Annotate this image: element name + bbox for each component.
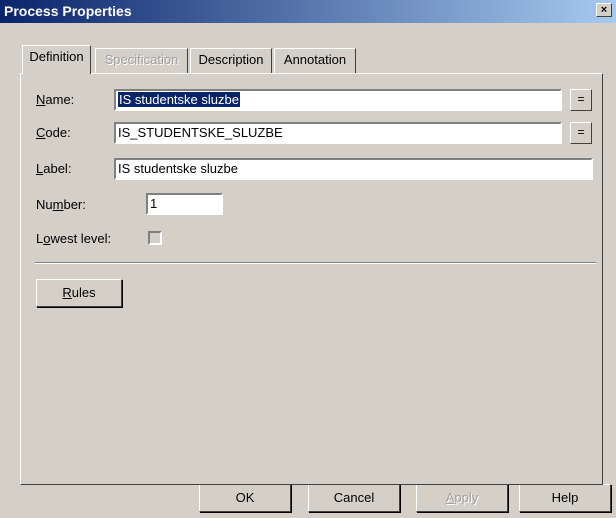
name-label: Name: xyxy=(36,92,75,107)
process-properties-dialog: Process Properties × Definition Specific… xyxy=(0,0,616,518)
cancel-button[interactable]: Cancel xyxy=(308,484,400,512)
label-input[interactable]: IS studentske sluzbe xyxy=(114,158,593,180)
close-icon: × xyxy=(600,4,608,16)
label-value: IS studentske sluzbe xyxy=(118,161,238,176)
lowest-level-label: Lowest level: xyxy=(36,231,112,246)
help-button[interactable]: Help xyxy=(519,484,611,512)
tab-annotation[interactable]: Annotation xyxy=(274,48,356,73)
lowest-level-checkbox[interactable] xyxy=(148,231,162,245)
tab-description-label: Description xyxy=(198,52,264,67)
code-value: IS_STUDENTSKE_SLUZBE xyxy=(118,125,283,140)
code-label: Code: xyxy=(36,125,71,140)
help-label: Help xyxy=(551,490,579,505)
code-input[interactable]: IS_STUDENTSKE_SLUZBE xyxy=(114,122,562,144)
code-edit-button[interactable]: = xyxy=(570,122,592,144)
tab-description[interactable]: Description xyxy=(190,48,272,73)
ok-label: OK xyxy=(235,490,255,505)
tab-specification-label: Specification xyxy=(104,52,179,67)
equals-icon: = xyxy=(577,92,585,106)
apply-button[interactable]: Apply xyxy=(416,484,508,512)
equals-icon: = xyxy=(577,125,585,139)
ok-button[interactable]: OK xyxy=(199,484,291,512)
name-edit-button[interactable]: = xyxy=(570,89,592,111)
number-value: 1 xyxy=(150,196,158,211)
tab-annotation-label: Annotation xyxy=(283,52,347,67)
tab-definition[interactable]: Definition xyxy=(22,45,91,74)
rules-button[interactable]: Rules xyxy=(36,279,122,307)
tab-specification[interactable]: Specification xyxy=(95,48,188,73)
window-title: Process Properties xyxy=(4,3,132,19)
label-label: Label: xyxy=(36,161,72,176)
cancel-label: Cancel xyxy=(333,490,375,505)
close-button[interactable]: × xyxy=(596,3,612,17)
title-bar[interactable]: Process Properties × xyxy=(0,0,616,23)
number-input[interactable]: 1 xyxy=(146,193,223,215)
tab-definition-label: Definition xyxy=(29,49,84,64)
name-value: IS studentske sluzbe xyxy=(118,92,240,107)
separator xyxy=(35,262,596,264)
number-label: Number: xyxy=(36,197,86,212)
name-input[interactable]: IS studentske sluzbe xyxy=(114,89,562,111)
